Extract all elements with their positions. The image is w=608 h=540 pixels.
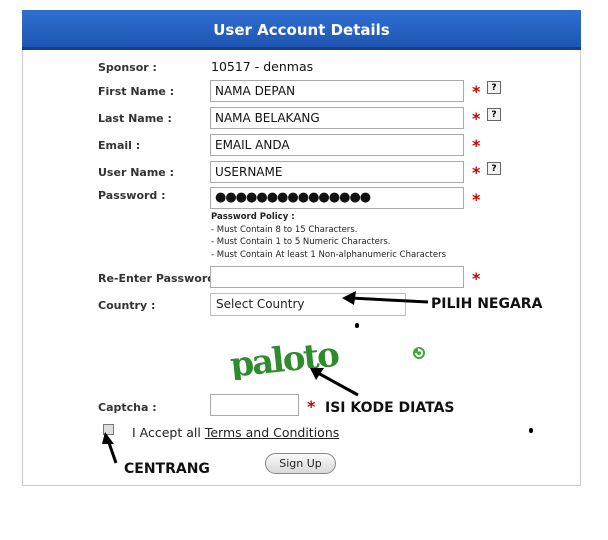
arrow-checkbox-head [102,432,114,444]
annotation-centrang: CENTRANG [124,461,210,477]
annotation-pilih-negara: PILIH NEGARA [431,296,543,312]
annotation-isi-kode: ISI KODE DIATAS [325,400,455,416]
arrow-country-head [342,291,356,305]
annotation-arrows [102,291,429,464]
stray-mark [529,428,533,433]
arrow-captcha [317,371,359,397]
stray-mark [355,323,359,328]
arrow-country [349,296,429,304]
